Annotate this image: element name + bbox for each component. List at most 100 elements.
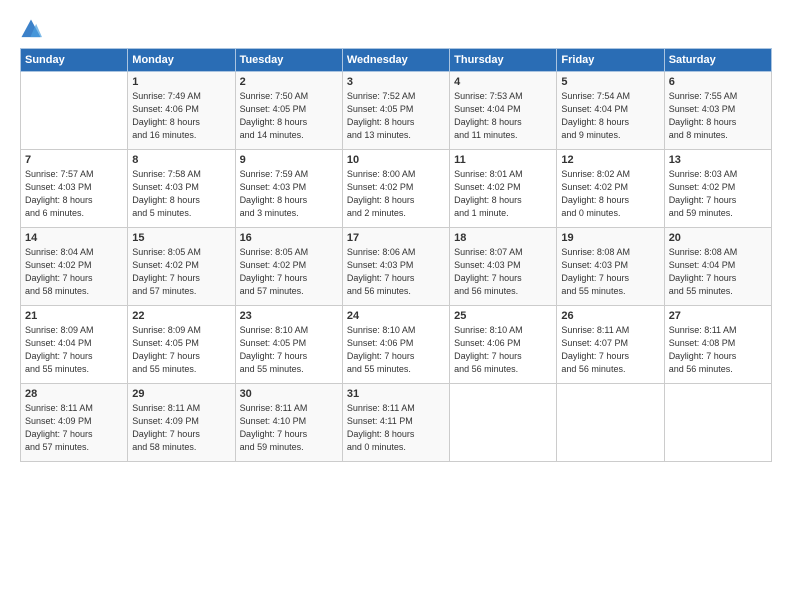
day-cell	[557, 384, 664, 462]
day-info: Sunrise: 8:11 AM Sunset: 4:07 PM Dayligh…	[561, 324, 659, 376]
day-number: 20	[669, 232, 767, 244]
day-cell: 17 Sunrise: 8:06 AM Sunset: 4:03 PM Dayli…	[342, 228, 449, 306]
day-number: 30	[240, 388, 338, 400]
day-info: Sunrise: 8:11 AM Sunset: 4:09 PM Dayligh…	[25, 402, 123, 454]
header-cell-friday: Friday	[557, 49, 664, 72]
day-info: Sunrise: 7:49 AM Sunset: 4:06 PM Dayligh…	[132, 90, 230, 142]
day-number: 14	[25, 232, 123, 244]
day-info: Sunrise: 8:07 AM Sunset: 4:03 PM Dayligh…	[454, 246, 552, 298]
day-info: Sunrise: 7:52 AM Sunset: 4:05 PM Dayligh…	[347, 90, 445, 142]
day-number: 13	[669, 154, 767, 166]
week-row-2: 7 Sunrise: 7:57 AM Sunset: 4:03 PM Daylig…	[21, 150, 772, 228]
day-info: Sunrise: 8:11 AM Sunset: 4:08 PM Dayligh…	[669, 324, 767, 376]
day-info: Sunrise: 7:50 AM Sunset: 4:05 PM Dayligh…	[240, 90, 338, 142]
day-number: 23	[240, 310, 338, 322]
day-cell: 19Sunrise: 8:08 AM Sunset: 4:03 PM Dayli…	[557, 228, 664, 306]
day-number: 27	[669, 310, 767, 322]
day-info: Sunrise: 8:00 AM Sunset: 4:02 PM Dayligh…	[347, 168, 445, 220]
day-number: 21	[25, 310, 123, 322]
day-number: 3	[347, 76, 445, 88]
day-info: Sunrise: 7:55 AM Sunset: 4:03 PM Dayligh…	[669, 90, 767, 142]
day-cell	[450, 384, 557, 462]
day-info: Sunrise: 8:03 AM Sunset: 4:02 PM Dayligh…	[669, 168, 767, 220]
day-cell: 24 Sunrise: 8:10 AM Sunset: 4:06 PM Dayli…	[342, 306, 449, 384]
day-number: 7	[25, 154, 123, 166]
day-info: Sunrise: 8:02 AM Sunset: 4:02 PM Dayligh…	[561, 168, 659, 220]
day-info: Sunrise: 7:53 AM Sunset: 4:04 PM Dayligh…	[454, 90, 552, 142]
day-info: Sunrise: 8:06 AM Sunset: 4:03 PM Dayligh…	[347, 246, 445, 298]
day-number: 16	[240, 232, 338, 244]
day-cell: 14 Sunrise: 8:04 AM Sunset: 4:02 PM Dayli…	[21, 228, 128, 306]
day-info: Sunrise: 8:04 AM Sunset: 4:02 PM Dayligh…	[25, 246, 123, 298]
day-number: 4	[454, 76, 552, 88]
week-row-1: 1 Sunrise: 7:49 AM Sunset: 4:06 PM Daylig…	[21, 72, 772, 150]
day-number: 9	[240, 154, 338, 166]
day-number: 12	[561, 154, 659, 166]
day-info: Sunrise: 8:10 AM Sunset: 4:06 PM Dayligh…	[454, 324, 552, 376]
day-cell: 12 Sunrise: 8:02 AM Sunset: 4:02 PM Dayli…	[557, 150, 664, 228]
day-number: 15	[132, 232, 230, 244]
day-cell: 25 Sunrise: 8:10 AM Sunset: 4:06 PM Dayli…	[450, 306, 557, 384]
day-cell: 21 Sunrise: 8:09 AM Sunset: 4:04 PM Dayli…	[21, 306, 128, 384]
day-info: Sunrise: 7:57 AM Sunset: 4:03 PM Dayligh…	[25, 168, 123, 220]
header-cell-saturday: Saturday	[664, 49, 771, 72]
day-info: Sunrise: 8:11 AM Sunset: 4:11 PM Dayligh…	[347, 402, 445, 454]
day-number: 22	[132, 310, 230, 322]
header	[20, 18, 772, 40]
day-info: Sunrise: 8:10 AM Sunset: 4:06 PM Dayligh…	[347, 324, 445, 376]
day-info: Sunrise: 7:59 AM Sunset: 4:03 PM Dayligh…	[240, 168, 338, 220]
day-number: 2	[240, 76, 338, 88]
day-cell: 15Sunrise: 8:05 AM Sunset: 4:02 PM Dayli…	[128, 228, 235, 306]
day-number: 25	[454, 310, 552, 322]
header-cell-wednesday: Wednesday	[342, 49, 449, 72]
day-cell: 3 Sunrise: 7:52 AM Sunset: 4:05 PM Daylig…	[342, 72, 449, 150]
day-number: 31	[347, 388, 445, 400]
day-cell: 23 Sunrise: 8:10 AM Sunset: 4:05 PM Dayli…	[235, 306, 342, 384]
day-info: Sunrise: 8:05 AM Sunset: 4:02 PM Dayligh…	[240, 246, 338, 298]
day-cell: 13 Sunrise: 8:03 AM Sunset: 4:02 PM Dayli…	[664, 150, 771, 228]
day-cell: 31 Sunrise: 8:11 AM Sunset: 4:11 PM Dayli…	[342, 384, 449, 462]
header-cell-thursday: Thursday	[450, 49, 557, 72]
day-number: 6	[669, 76, 767, 88]
header-cell-monday: Monday	[128, 49, 235, 72]
day-info: Sunrise: 8:11 AM Sunset: 4:10 PM Dayligh…	[240, 402, 338, 454]
day-info: Sunrise: 7:54 AM Sunset: 4:04 PM Dayligh…	[561, 90, 659, 142]
day-number: 17	[347, 232, 445, 244]
day-cell: 27 Sunrise: 8:11 AM Sunset: 4:08 PM Dayli…	[664, 306, 771, 384]
header-row: SundayMondayTuesdayWednesdayThursdayFrid…	[21, 49, 772, 72]
day-info: Sunrise: 7:58 AM Sunset: 4:03 PM Dayligh…	[132, 168, 230, 220]
day-number: 18	[454, 232, 552, 244]
day-number: 11	[454, 154, 552, 166]
day-cell: 11 Sunrise: 8:01 AM Sunset: 4:02 PM Dayli…	[450, 150, 557, 228]
day-cell: 10Sunrise: 8:00 AM Sunset: 4:02 PM Dayli…	[342, 150, 449, 228]
day-cell: 2 Sunrise: 7:50 AM Sunset: 4:05 PM Daylig…	[235, 72, 342, 150]
day-number: 5	[561, 76, 659, 88]
header-cell-sunday: Sunday	[21, 49, 128, 72]
day-cell: 7 Sunrise: 7:57 AM Sunset: 4:03 PM Daylig…	[21, 150, 128, 228]
day-cell: 18 Sunrise: 8:07 AM Sunset: 4:03 PM Dayli…	[450, 228, 557, 306]
day-cell: 5 Sunrise: 7:54 AM Sunset: 4:04 PM Daylig…	[557, 72, 664, 150]
day-info: Sunrise: 8:10 AM Sunset: 4:05 PM Dayligh…	[240, 324, 338, 376]
day-cell: 20 Sunrise: 8:08 AM Sunset: 4:04 PM Dayli…	[664, 228, 771, 306]
week-row-4: 21 Sunrise: 8:09 AM Sunset: 4:04 PM Dayli…	[21, 306, 772, 384]
day-info: Sunrise: 8:09 AM Sunset: 4:04 PM Dayligh…	[25, 324, 123, 376]
logo-icon	[20, 18, 42, 40]
day-number: 1	[132, 76, 230, 88]
day-number: 24	[347, 310, 445, 322]
day-cell: 1 Sunrise: 7:49 AM Sunset: 4:06 PM Daylig…	[128, 72, 235, 150]
day-cell: 30 Sunrise: 8:11 AM Sunset: 4:10 PM Dayli…	[235, 384, 342, 462]
day-number: 26	[561, 310, 659, 322]
day-info: Sunrise: 8:08 AM Sunset: 4:03 PM Dayligh…	[561, 246, 659, 298]
week-row-3: 14 Sunrise: 8:04 AM Sunset: 4:02 PM Dayli…	[21, 228, 772, 306]
week-row-5: 28Sunrise: 8:11 AM Sunset: 4:09 PM Dayli…	[21, 384, 772, 462]
header-cell-tuesday: Tuesday	[235, 49, 342, 72]
day-info: Sunrise: 8:09 AM Sunset: 4:05 PM Dayligh…	[132, 324, 230, 376]
day-cell	[664, 384, 771, 462]
day-cell: 28Sunrise: 8:11 AM Sunset: 4:09 PM Dayli…	[21, 384, 128, 462]
day-cell: 16 Sunrise: 8:05 AM Sunset: 4:02 PM Dayli…	[235, 228, 342, 306]
logo	[20, 18, 46, 40]
day-info: Sunrise: 8:08 AM Sunset: 4:04 PM Dayligh…	[669, 246, 767, 298]
day-cell: 8Sunrise: 7:58 AM Sunset: 4:03 PM Daylig…	[128, 150, 235, 228]
day-cell: 9 Sunrise: 7:59 AM Sunset: 4:03 PM Daylig…	[235, 150, 342, 228]
day-info: Sunrise: 8:01 AM Sunset: 4:02 PM Dayligh…	[454, 168, 552, 220]
